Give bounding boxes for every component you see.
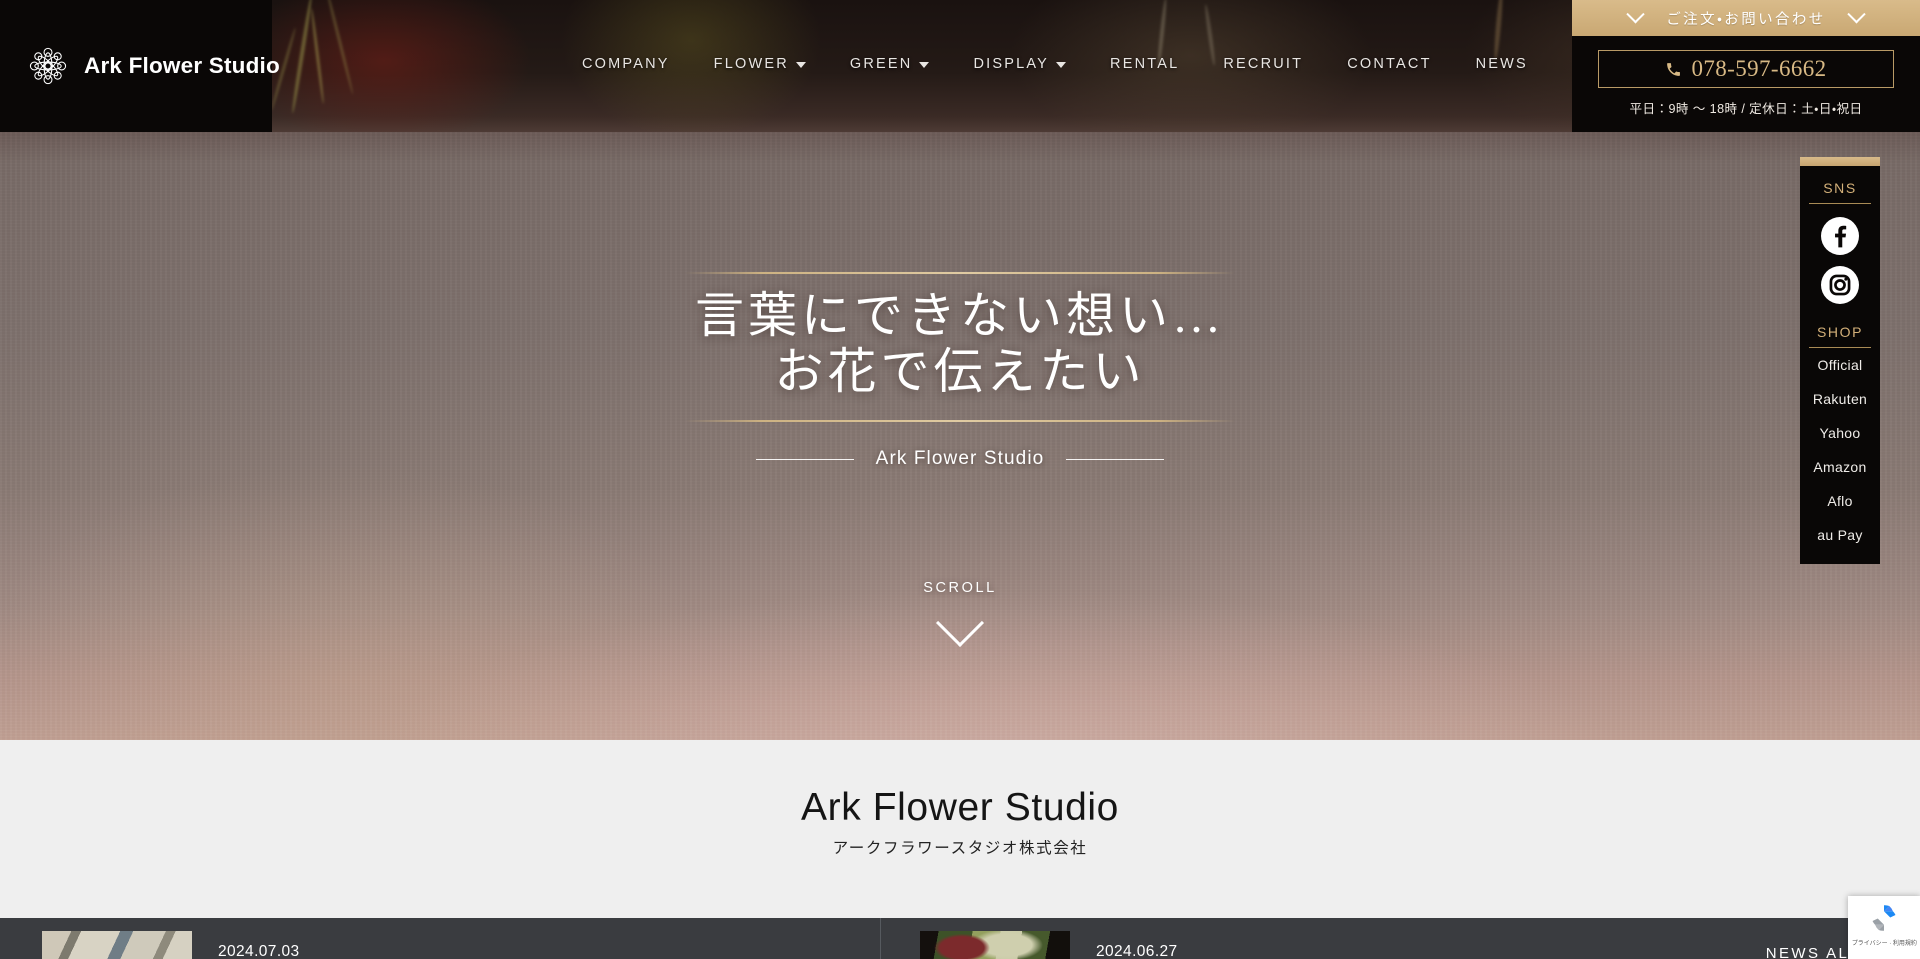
nav-label: NEWS — [1475, 56, 1528, 72]
news-strip: 2024.07.03 2024.06.27 NEWS ALL — [0, 918, 1920, 959]
nav-label: CONTACT — [1347, 56, 1432, 72]
news-thumbnail-1 — [42, 931, 192, 959]
recaptcha-badge[interactable]: プライバシー · 利用規約 — [1848, 896, 1920, 959]
nav-label: FLOWER — [713, 56, 789, 72]
recaptcha-icon — [1872, 905, 1896, 931]
hero-brand-text: Ark Flower Studio — [875, 448, 1045, 469]
chevron-down-icon — [919, 62, 930, 68]
nav-item-contact[interactable]: CONTACT — [1325, 50, 1453, 78]
shop-link-rakuten[interactable]: Rakuten — [1800, 382, 1880, 416]
shop-link-amazon[interactable]: Amazon — [1800, 450, 1880, 484]
nav-label: DISPLAY — [973, 56, 1050, 72]
shop-link-aupay[interactable]: au Pay — [1800, 518, 1880, 552]
sns-heading: SNS — [1809, 166, 1871, 204]
chevron-down-icon — [1626, 4, 1645, 23]
facebook-icon[interactable] — [1821, 217, 1859, 255]
page-root: 言葉にできない想い… お花で伝えたい Ark Flower Studio SCR… — [0, 0, 1920, 959]
news-item[interactable]: 2024.06.27 — [920, 918, 1178, 959]
chevron-down-icon — [795, 62, 806, 68]
order-inquiry-label: ご注文・お問い合わせ — [1666, 11, 1826, 28]
nav-item-company[interactable]: COMPANY — [560, 50, 692, 78]
shop-heading: SHOP — [1809, 310, 1871, 348]
shop-link-list: Official Rakuten Yahoo Amazon Aflo au Pa… — [1800, 348, 1880, 552]
instagram-glyph — [1823, 268, 1857, 302]
nav-item-flower[interactable]: FLOWER — [692, 50, 828, 78]
instagram-icon[interactable] — [1821, 266, 1859, 304]
recaptcha-privacy-text: プライバシー · 利用規約 — [1851, 940, 1917, 947]
main-navigation: COMPANY FLOWER GREEN DISPLAY RENTAL RECR… — [560, 50, 1550, 78]
hero-headline: 言葉にできない想い… お花で伝えたい — [0, 288, 1920, 400]
order-inquiry-button[interactable]: ご注文・お問い合わせ — [1572, 0, 1920, 36]
phone-icon — [1667, 62, 1681, 76]
logo-home-link[interactable]: Ark Flower Studio — [0, 0, 280, 132]
nav-label: RENTAL — [1110, 56, 1180, 72]
chevron-down-icon — [935, 598, 985, 648]
intro-section: Ark Flower Studio アークフラワースタジオ株式会社 — [0, 740, 1920, 918]
hero-headline-line2: お花で伝えたい — [774, 343, 1146, 399]
telephone-button[interactable]: 078-597-6662 — [1598, 50, 1894, 88]
telephone-number: 078-597-6662 — [1691, 56, 1827, 81]
site-header: Ark Flower Studio COMPANY FLOWER GREEN D… — [0, 0, 1920, 132]
scroll-indicator[interactable]: SCROLL — [0, 580, 1920, 648]
intro-title-en: Ark Flower Studio — [801, 786, 1119, 829]
nav-label: RECRUIT — [1223, 56, 1304, 72]
hero-rule-top — [685, 272, 1235, 274]
nav-item-display[interactable]: DISPLAY — [951, 50, 1088, 78]
shop-link-yahoo[interactable]: Yahoo — [1800, 416, 1880, 450]
header-contact-panel: ご注文・お問い合わせ 078-597-6662 平日：9時 ～ 18時 / 定休… — [1572, 0, 1920, 132]
shop-link-aflo[interactable]: Aflo — [1800, 484, 1880, 518]
news-item[interactable]: 2024.07.03 — [42, 918, 300, 959]
nav-item-recruit[interactable]: RECRUIT — [1201, 50, 1325, 78]
news-thumbnail-2 — [920, 931, 1070, 959]
sns-icon-list — [1800, 204, 1880, 310]
chevron-down-icon — [1056, 62, 1067, 68]
news-divider — [880, 918, 881, 959]
shop-link-official[interactable]: Official — [1800, 348, 1880, 382]
chevron-down-icon — [1847, 4, 1866, 23]
nav-item-news[interactable]: NEWS — [1454, 50, 1550, 78]
news-date: 2024.07.03 — [218, 943, 300, 959]
hero-rule-bottom — [685, 420, 1235, 422]
news-date: 2024.06.27 — [1096, 943, 1178, 959]
hero-headline-line1: 言葉にできない想い… — [694, 288, 1225, 343]
nav-item-green[interactable]: GREEN — [828, 50, 952, 78]
hero-brand-line: Ark Flower Studio — [0, 448, 1920, 470]
business-hours: 平日：9時 ～ 18時 / 定休日：土・日・祝日 — [1629, 102, 1863, 116]
social-shop-sidebar: SNS SHOP Official Rakuten Yahoo Amazon A… — [1800, 157, 1880, 564]
scroll-label: SCROLL — [923, 580, 997, 596]
decorative-dash-right — [1066, 458, 1165, 460]
nav-item-rental[interactable]: RENTAL — [1088, 50, 1201, 78]
nav-label: GREEN — [849, 56, 913, 72]
decorative-dash-left — [755, 458, 854, 460]
flower-mandala-icon — [29, 47, 67, 85]
sidebar-gold-cap — [1800, 157, 1880, 166]
news-all-link[interactable]: NEWS ALL — [1766, 945, 1860, 959]
facebook-glyph — [1823, 219, 1857, 253]
nav-label: COMPANY — [582, 56, 670, 72]
intro-title-jp: アークフラワースタジオ株式会社 — [832, 840, 1088, 857]
logo-wordmark: Ark Flower Studio — [84, 53, 280, 78]
